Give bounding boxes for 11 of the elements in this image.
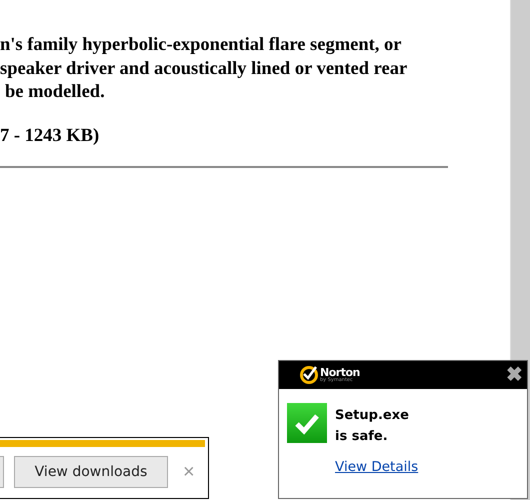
status-message: Setup.exe is safe. — [335, 407, 410, 446]
paragraph-line: speaker driver and acoustically lined or vented rear — [0, 58, 408, 80]
close-button[interactable]: ✖ — [506, 365, 523, 385]
check-circle-icon — [299, 365, 319, 385]
view-downloads-button[interactable]: View downloads — [14, 456, 168, 488]
file-size-text: 7 - 1243 KB) — [0, 124, 100, 148]
check-icon — [287, 403, 327, 443]
paragraph-line: be modelled. — [4, 81, 106, 104]
paragraph-line: n's family hyperbolic-exponential flare segment, or — [0, 34, 402, 57]
view-details-link[interactable]: View Details — [335, 459, 418, 475]
brand-name: Norton — [320, 367, 360, 378]
